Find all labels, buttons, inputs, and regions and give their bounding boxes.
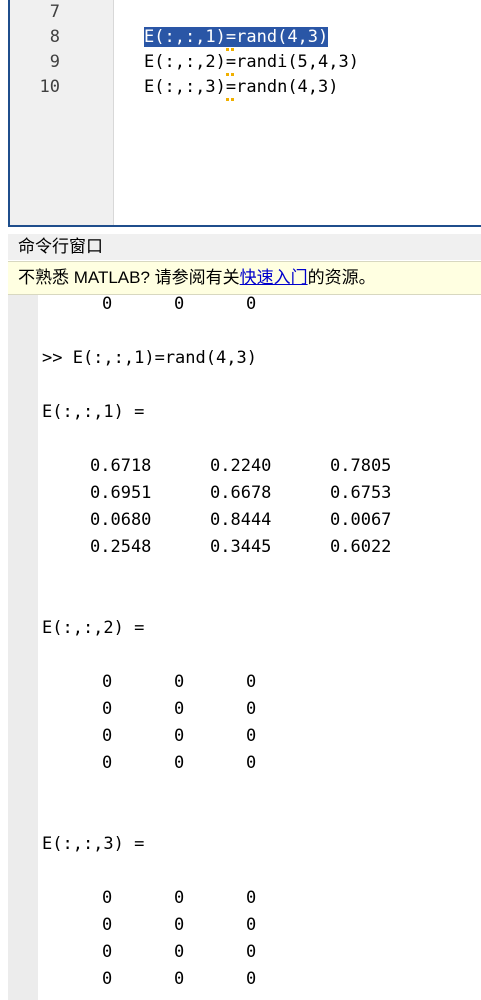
matrix-cell: 0 [102, 672, 113, 692]
matrix-cell: 0 [174, 753, 185, 773]
matrix-cell: 0.6951 [90, 483, 152, 503]
matrix-cell: 0.0680 [90, 510, 152, 530]
matrix-cell: 0 [246, 888, 257, 908]
code-line-8[interactable]: E(:,:,1)=rand(4,3) [144, 26, 329, 48]
code-line-9[interactable]: E(:,:,2)=randi(5,4,3) [144, 51, 359, 73]
command-window-title: 命令行窗口 [8, 234, 481, 260]
command-window-margin [8, 295, 38, 1000]
matrix-cell: 0.2240 [210, 456, 272, 476]
matrix-cell: 0.0067 [330, 510, 392, 530]
line-number: 7 [49, 2, 60, 22]
matrix-cell: 0 [174, 969, 185, 989]
matrix-cell: 0 [102, 969, 113, 989]
output-label: E(:,:,3) = [42, 834, 145, 854]
quick-start-link[interactable]: 快速入门 [240, 268, 308, 287]
selected-code: E(:,:,1)=rand(4,3) [144, 27, 329, 47]
matrix-cell: 0 [246, 969, 257, 989]
matrix-cell: 0.6753 [330, 483, 392, 503]
matrix-cell: 0 [174, 915, 185, 935]
command-line: >> E(:,:,1)=rand(4,3) [42, 348, 257, 368]
matrix-cell: 0.7805 [330, 456, 392, 476]
code-line-10[interactable]: E(:,:,3)=randn(4,3) [144, 76, 339, 98]
matrix-cell: 0.6022 [330, 537, 392, 557]
matrix-cell: 0 [246, 726, 257, 746]
matrix-cell: 0 [102, 726, 113, 746]
matrix-cell: 0 [246, 942, 257, 962]
matrix-cell: 0 [174, 726, 185, 746]
matrix-cell: 0 [174, 699, 185, 719]
matrix-cell: 0 [174, 942, 185, 962]
code-editor[interactable]: 7 8 9 10 E(:,:,1)=rand(4,3) E(:,:,2)=ran… [8, 0, 481, 227]
matrix-cell: 0.6678 [210, 483, 272, 503]
matrix-cell: 0 [174, 672, 185, 692]
matrix-cell: 0 [174, 888, 185, 908]
matrix-cell: 0 [102, 915, 113, 935]
line-number: 10 [39, 77, 60, 97]
line-number: 9 [49, 52, 60, 72]
line-number-gutter: 7 8 9 10 [10, 0, 114, 225]
output-label: E(:,:,2) = [42, 618, 145, 638]
matrix-cell: 0 [102, 753, 113, 773]
matrix-cell: 0.8444 [210, 510, 272, 530]
matrix-cell: 0.3445 [210, 537, 272, 557]
output-label: E(:,:,1) = [42, 402, 145, 422]
getting-started-banner: 不熟悉 MATLAB? 请参阅有关快速入门的资源。 [8, 261, 481, 295]
warning-squiggle: = [225, 77, 237, 97]
matrix-cell: 0 [246, 915, 257, 935]
matrix-cell: 0.6718 [90, 456, 152, 476]
matrix-cell: 0.2548 [90, 537, 152, 557]
matrix-cell: 0 [246, 672, 257, 692]
warning-squiggle: = [225, 52, 237, 72]
matrix-cell: 0 [102, 699, 113, 719]
line-number: 8 [49, 27, 60, 47]
matrix-cell: 0 [102, 942, 113, 962]
matrix-cell: 0 [246, 699, 257, 719]
matrix-cell: 0 [102, 888, 113, 908]
matrix-cell: 0 [246, 753, 257, 773]
